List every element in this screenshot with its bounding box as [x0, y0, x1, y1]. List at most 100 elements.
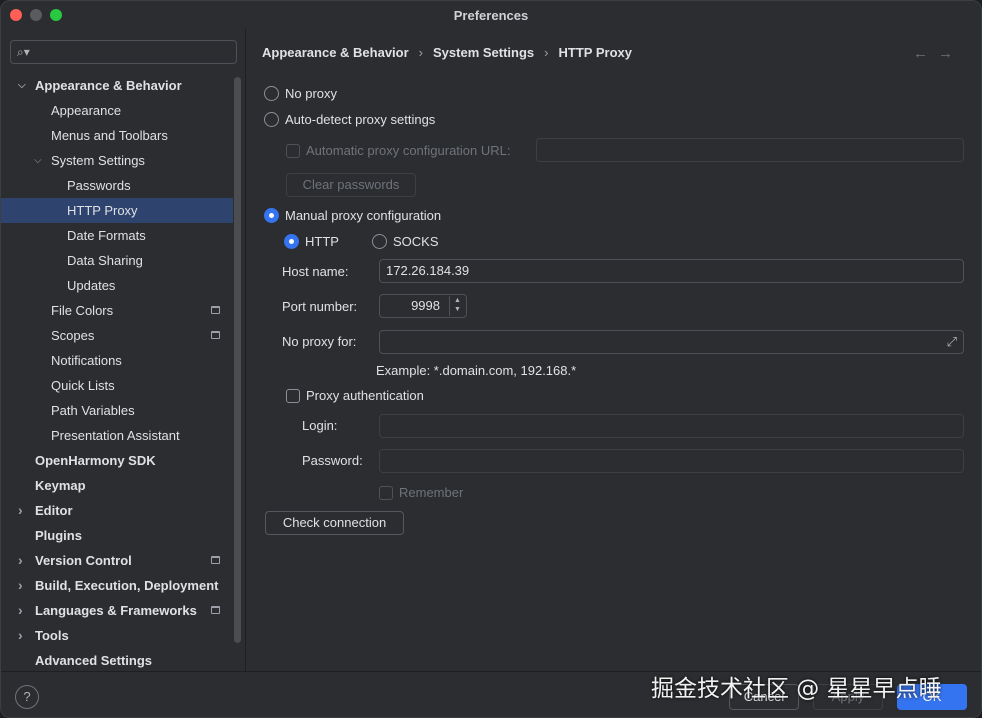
chevron-right-icon[interactable]: › [18, 623, 23, 648]
sidebar-item-label: Plugins [35, 528, 82, 543]
breadcrumb-separator: › [544, 45, 549, 60]
breadcrumb-item-appearance-behavior[interactable]: Appearance & Behavior [262, 45, 409, 60]
chevron-down-icon[interactable]: ⌵ [18, 73, 26, 98]
close-window-button[interactable] [10, 9, 22, 21]
chevron-right-icon[interactable]: › [18, 498, 23, 523]
sidebar-item-languages-frameworks[interactable]: › Languages & Frameworks [1, 598, 233, 623]
sidebar-item-scopes[interactable]: Scopes [1, 323, 233, 348]
sidebar-item-editor[interactable]: › Editor [1, 498, 233, 523]
project-scope-icon [211, 331, 220, 339]
forward-arrow-icon[interactable]: → [938, 45, 963, 62]
sidebar-item-date-formats[interactable]: Date Formats [1, 223, 233, 248]
socks-protocol-option[interactable]: SOCKS [372, 234, 439, 249]
host-name-input[interactable]: 172.26.184.39 [379, 259, 964, 283]
sidebar-item-menus-and-toolbars[interactable]: Menus and Toolbars [1, 123, 233, 148]
remember-label: Remember [399, 485, 464, 500]
no-proxy-for-input[interactable]: ⤢ [379, 330, 964, 354]
auto-config-url-option: Automatic proxy configuration URL: [286, 143, 510, 158]
sidebar-item-system-settings[interactable]: ⌵ System Settings [1, 148, 233, 173]
http-radio[interactable] [284, 234, 299, 249]
sidebar-item-build-execution-deployment[interactable]: › Build, Execution, Deployment [1, 573, 233, 598]
chevron-right-icon[interactable]: › [18, 573, 23, 598]
title-bar: Preferences [1, 1, 981, 29]
settings-sidebar: ⌕▾ ⌵ Appearance & Behavior Appearance Menus… [1, 29, 246, 671]
minimize-window-button[interactable] [30, 9, 42, 21]
help-icon[interactable]: ? [15, 685, 39, 709]
project-scope-icon [211, 556, 220, 564]
sidebar-item-label: Passwords [67, 178, 131, 193]
http-protocol-option[interactable]: HTTP [284, 234, 339, 249]
chevron-down-icon[interactable]: ⌵ [34, 148, 42, 173]
chevron-right-icon[interactable]: › [18, 598, 23, 623]
sidebar-item-label: Editor [35, 503, 73, 518]
port-number-stepper[interactable]: 9998 ▲ ▼ [379, 294, 467, 318]
window-title: Preferences [453, 7, 529, 23]
sidebar-item-advanced-settings[interactable]: Advanced Settings [1, 648, 233, 673]
sidebar-item-updates[interactable]: Updates [1, 273, 233, 298]
auto-config-url-input[interactable] [536, 138, 964, 162]
sidebar-item-tools[interactable]: › Tools [1, 623, 233, 648]
maximize-window-button[interactable] [50, 9, 62, 21]
sidebar-item-quick-lists[interactable]: Quick Lists [1, 373, 233, 398]
history-nav: ←→ [913, 45, 963, 62]
remember-checkbox[interactable] [379, 485, 393, 500]
auto-detect-option[interactable]: Auto-detect proxy settings [264, 112, 435, 127]
sidebar-item-keymap[interactable]: Keymap [1, 473, 233, 498]
auto-config-url-checkbox[interactable] [286, 143, 300, 158]
sidebar-item-label: Presentation Assistant [51, 428, 180, 443]
remember-option: Remember [379, 485, 463, 500]
sidebar-item-label: Data Sharing [67, 253, 143, 268]
sidebar-item-passwords[interactable]: Passwords [1, 173, 233, 198]
sidebar-item-appearance-behavior[interactable]: ⌵ Appearance & Behavior [1, 73, 233, 98]
socks-radio[interactable] [372, 234, 387, 249]
no-proxy-example: Example: *.domain.com, 192.168.* [376, 363, 577, 378]
breadcrumb: Appearance & Behavior › System Settings … [262, 45, 632, 60]
sidebar-item-openharmony-sdk[interactable]: OpenHarmony SDK [1, 448, 233, 473]
sidebar-item-label: Build, Execution, Deployment [35, 578, 219, 593]
login-label: Login: [302, 418, 338, 433]
sidebar-item-version-control[interactable]: › Version Control [1, 548, 233, 573]
port-number-value: 9998 [411, 298, 440, 313]
proxy-authentication-label: Proxy authentication [306, 388, 424, 403]
manual-proxy-option[interactable]: Manual proxy configuration [264, 208, 441, 223]
sidebar-item-label: Version Control [35, 553, 132, 568]
password-input[interactable] [379, 449, 964, 473]
auto-detect-label: Auto-detect proxy settings [285, 112, 436, 127]
chevron-right-icon[interactable]: › [18, 548, 23, 573]
clear-passwords-button[interactable]: Clear passwords [286, 173, 416, 197]
sidebar-item-label: File Colors [51, 303, 114, 318]
sidebar-item-appearance[interactable]: Appearance [1, 98, 233, 123]
sidebar-item-label: HTTP Proxy [67, 203, 138, 218]
no-proxy-label: No proxy [285, 86, 338, 101]
port-number-label: Port number: [282, 299, 358, 314]
manual-proxy-radio[interactable] [264, 208, 279, 223]
project-scope-icon [211, 306, 220, 314]
check-connection-button[interactable]: Check connection [265, 511, 404, 535]
proxy-authentication-checkbox[interactable] [286, 388, 300, 403]
settings-tree: ⌵ Appearance & Behavior Appearance Menus an… [1, 73, 233, 673]
expand-icon[interactable]: ⤢ [947, 331, 957, 353]
sidebar-item-label: Keymap [35, 478, 86, 493]
manual-proxy-label: Manual proxy configuration [285, 208, 442, 223]
sidebar-item-data-sharing[interactable]: Data Sharing [1, 248, 233, 273]
breadcrumb-separator: › [418, 45, 424, 60]
sidebar-item-file-colors[interactable]: File Colors [1, 298, 233, 323]
no-proxy-radio[interactable] [264, 86, 279, 101]
watermark: 掘金技术社区 @ 星星早点睡 [651, 676, 942, 702]
sidebar-item-presentation-assistant[interactable]: Presentation Assistant [1, 423, 233, 448]
sidebar-item-plugins[interactable]: Plugins [1, 523, 233, 548]
back-arrow-icon[interactable]: ← [913, 45, 938, 62]
auto-detect-radio[interactable] [264, 112, 279, 127]
settings-search-input[interactable]: ⌕▾ [10, 40, 237, 64]
login-input[interactable] [379, 414, 964, 438]
sidebar-item-http-proxy[interactable]: HTTP Proxy [1, 198, 233, 223]
stepper-arrows-icon[interactable]: ▲ ▼ [449, 296, 465, 316]
breadcrumb-item-system-settings[interactable]: System Settings [433, 45, 534, 60]
sidebar-item-label: System Settings [51, 153, 145, 168]
sidebar-scrollbar[interactable] [234, 77, 241, 643]
sidebar-item-notifications[interactable]: Notifications [1, 348, 233, 373]
no-proxy-option[interactable]: No proxy [264, 86, 337, 101]
sidebar-item-path-variables[interactable]: Path Variables [1, 398, 233, 423]
sidebar-item-label: Advanced Settings [35, 653, 153, 668]
proxy-authentication-option[interactable]: Proxy authentication [286, 388, 424, 403]
